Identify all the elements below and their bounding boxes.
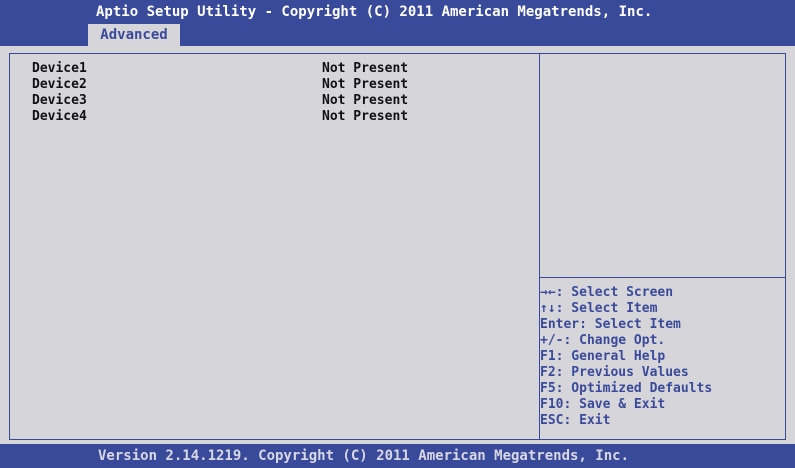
help-panel-separator [540,277,786,278]
help-general-help: F1: General Help [540,349,666,364]
device-status: Not Present [322,77,409,92]
title-bar: Aptio Setup Utility - Copyright (C) 2011… [0,0,795,46]
version-text: Version 2.14.1219. Copyright (C) 2011 Am… [98,448,630,464]
device-row-2[interactable]: Device2 Not Present [32,77,532,93]
help-enter-select-item: Enter: Select Item [540,317,681,332]
device-name: Device3 [32,93,87,108]
device-row-1[interactable]: Device1 Not Present [32,61,532,77]
device-status: Not Present [322,93,409,108]
help-select-screen: →←: Select Screen [540,285,674,300]
utility-title: Aptio Setup Utility - Copyright (C) 2011… [96,4,653,20]
device-name: Device1 [32,61,87,76]
help-select-item-arrows: ↑↓: Select Item [540,301,658,316]
device-name: Device4 [32,109,87,124]
help-change-opt: +/-: Change Opt. [540,333,666,348]
device-row-3[interactable]: Device3 Not Present [32,93,532,109]
tab-advanced[interactable]: Advanced [88,24,180,46]
device-row-4[interactable]: Device4 Not Present [32,109,532,125]
help-previous-values: F2: Previous Values [540,365,689,380]
main-panel: Device1 Not Present Device2 Not Present … [0,46,795,444]
device-status: Not Present [322,109,409,124]
device-status: Not Present [322,61,409,76]
help-esc-exit: ESC: Exit [540,413,611,428]
help-optimized-defaults: F5: Optimized Defaults [540,381,713,396]
device-name: Device2 [32,77,87,92]
help-save-exit: F10: Save & Exit [540,397,666,412]
version-bar: Version 2.14.1219. Copyright (C) 2011 Am… [0,444,795,468]
key-help-list: →←: Select Screen ↑↓: Select Item Enter:… [540,285,780,429]
